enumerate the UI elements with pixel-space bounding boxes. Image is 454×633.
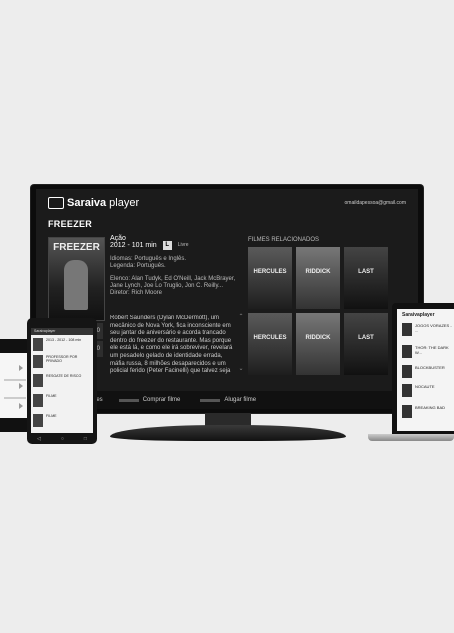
buy-button[interactable]: Comprar filme bbox=[118, 397, 180, 403]
rent-button[interactable]: Alugar filme bbox=[200, 397, 256, 403]
related-movie[interactable]: LAST bbox=[344, 247, 388, 309]
play-icon[interactable] bbox=[19, 383, 23, 389]
movie-info: Ação 2012 - 101 min L Livre Idiomas: Por… bbox=[110, 235, 240, 298]
user-email[interactable]: omaildapessoa@gmail.com bbox=[345, 200, 407, 206]
laptop-base bbox=[368, 434, 454, 441]
list-item[interactable]: JOGOS VORAZES - ... bbox=[402, 323, 454, 337]
play-icon[interactable] bbox=[19, 403, 23, 409]
list-item[interactable]: BLOCKBUSTER bbox=[402, 365, 454, 379]
home-icon[interactable]: ○ bbox=[61, 436, 64, 442]
related-movie[interactable]: HERCULES bbox=[248, 247, 292, 309]
laptop-screen: Saraivaplayer JOGOS VORAZES - ... THOR: … bbox=[397, 309, 454, 431]
phone-app-bar: Saraivaplayer bbox=[31, 328, 93, 335]
cast: Elenco: Alan Tudyk, Ed O'Neill, Jack McB… bbox=[110, 275, 236, 290]
tablet-screen bbox=[0, 353, 28, 418]
subtitles: Legenda: Português. bbox=[110, 263, 166, 270]
list-item[interactable]: FILME bbox=[33, 394, 91, 408]
saraiva-player-logo: Saraiva player bbox=[48, 197, 139, 209]
chevron-down-icon[interactable]: ⌄ bbox=[238, 365, 244, 373]
list-item[interactable]: 2013 - 2012 - 108 min bbox=[33, 338, 91, 352]
back-icon[interactable]: ◁ bbox=[37, 436, 41, 442]
phone-screen: Saraivaplayer 2013 - 2012 - 108 min PROF… bbox=[31, 328, 93, 433]
related-heading: FILMES RELACIONADOS bbox=[248, 237, 320, 243]
year-duration: 2012 - 101 min bbox=[110, 242, 157, 250]
chevron-up-icon[interactable]: ⌃ bbox=[238, 313, 244, 321]
list-item[interactable]: PROFESSOR POR PRIVADO bbox=[33, 355, 91, 369]
synopsis-scroll[interactable]: ⌃ ⌄ bbox=[238, 313, 244, 373]
rating-label: Livre bbox=[177, 241, 189, 248]
related-movie[interactable]: RIDDICK bbox=[296, 247, 340, 309]
list-item[interactable]: THOR: THE DARK W... bbox=[402, 345, 454, 359]
genre: Ação bbox=[110, 235, 126, 242]
related-movie[interactable]: HERCULES bbox=[248, 313, 292, 375]
list-item[interactable]: FILME bbox=[33, 414, 91, 428]
play-icon[interactable] bbox=[19, 365, 23, 371]
list-item[interactable]: BREAKING BAD bbox=[402, 405, 454, 419]
recents-icon[interactable]: □ bbox=[84, 436, 87, 442]
synopsis: Robert Saunders (Dylan McDermott), um me… bbox=[110, 315, 233, 375]
rating-badge: L bbox=[162, 240, 172, 250]
list-item[interactable]: NOCAUTE bbox=[402, 384, 454, 398]
movie-poster: FREEZER bbox=[48, 237, 105, 321]
tv-stand-base bbox=[110, 425, 346, 441]
languages: Idiomas: Português e Inglês. bbox=[110, 255, 187, 262]
movie-title: FREEZER bbox=[48, 219, 93, 229]
related-movie[interactable]: RIDDICK bbox=[296, 313, 340, 375]
related-movie[interactable]: LAST bbox=[344, 313, 388, 375]
phone-nav-keys: ◁ ○ □ bbox=[27, 434, 97, 444]
logo-icon bbox=[48, 197, 64, 209]
director: Diretor: Rich Moore bbox=[110, 290, 163, 297]
list-item[interactable]: RESGATE DE RISCO bbox=[33, 374, 91, 388]
laptop-logo: Saraivaplayer bbox=[402, 312, 435, 318]
related-grid: HERCULES RIDDICK LAST HERCULES RIDDICK L… bbox=[248, 247, 390, 375]
